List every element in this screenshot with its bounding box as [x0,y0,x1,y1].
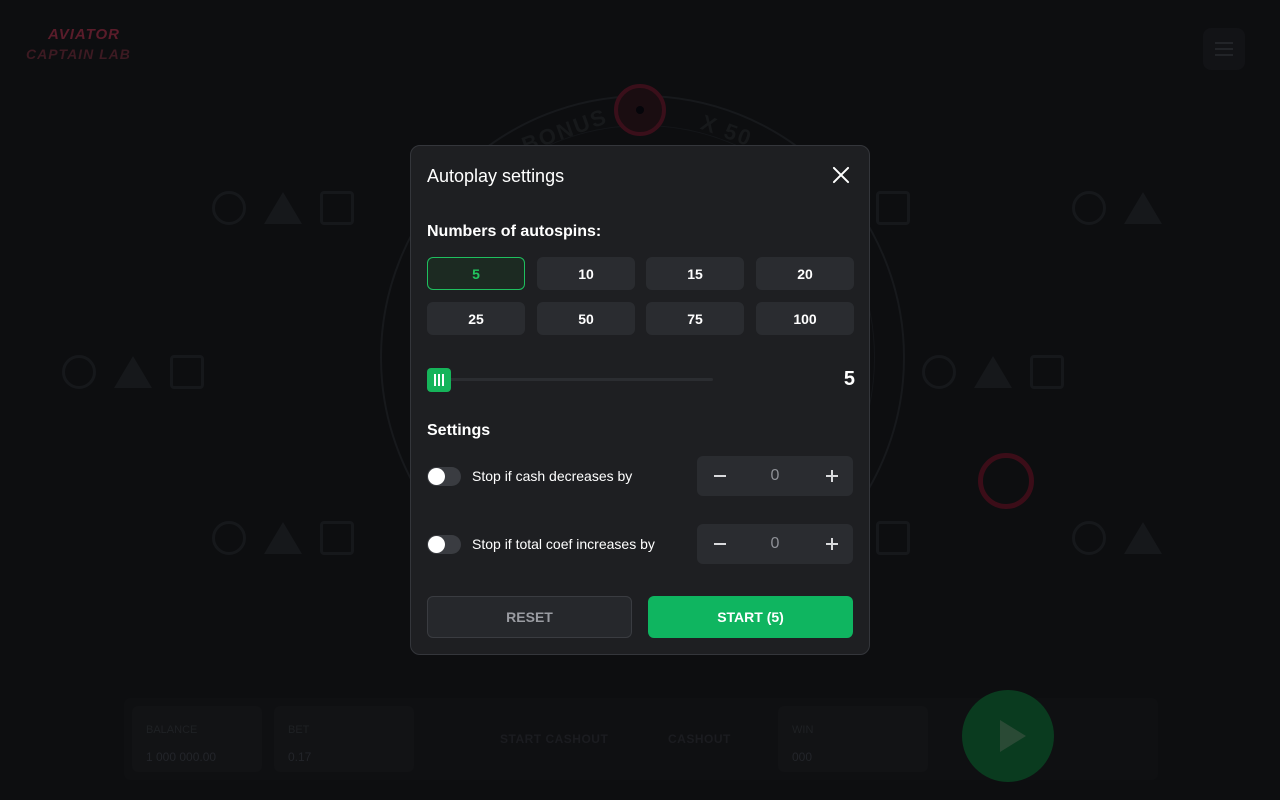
grip-icon [434,374,436,386]
symbol-row [922,352,1064,392]
symbol-row [876,518,910,558]
triangle-symbol-icon [1124,192,1162,224]
grip-icon-line [442,374,444,386]
circle-symbol-icon [212,521,246,555]
menu-icon [1215,42,1233,44]
symbol-row [1072,518,1162,558]
close-icon[interactable] [828,162,854,188]
wheel-pointer [614,84,666,136]
stop-cash-decrease-stepper [697,456,853,496]
autospin-option-25[interactable]: 25 [427,302,525,335]
plus-icon[interactable] [809,524,853,564]
pointer-dot [636,106,644,114]
circle-symbol-icon [1072,521,1106,555]
plus-icon[interactable] [809,456,853,496]
menu-button [1203,28,1245,70]
bottom-control-bar: BALANCE 1 000 000.00 BET 0.17 START CASH… [124,690,1158,782]
menu-icon-line [1215,54,1233,56]
start-cashout-button: START CASHOUT [500,732,609,746]
start-autoplay-button[interactable]: START (5) [648,596,853,638]
triangle-symbol-icon [974,356,1012,388]
symbol-row [62,352,204,392]
toggle-knob [428,468,445,485]
autospin-count-value: 5 [843,368,855,390]
balance-box: BALANCE 1 000 000.00 [132,706,262,772]
bet-value: 0.17 [288,750,312,764]
autospin-option-50[interactable]: 50 [537,302,635,335]
balance-label: BALANCE [146,724,198,736]
balance-value: 1 000 000.00 [146,750,217,764]
win-label: WIN [792,724,814,736]
autospin-option-5[interactable]: 5 [427,257,525,290]
autospin-option-15[interactable]: 15 [646,257,744,290]
bet-label: BET [288,724,310,736]
circle-symbol-icon [62,355,96,389]
symbol-row [212,188,354,228]
stop-coef-increase-label: Stop if total coef increases by [472,536,655,552]
autospins-label: Numbers of autospins: [427,223,602,240]
play-icon [1000,720,1026,752]
triangle-symbol-icon [264,522,302,554]
circle-symbol-icon [1072,191,1106,225]
ring-decoration [978,453,1034,509]
minus-icon[interactable] [697,456,741,496]
autospin-option-20[interactable]: 20 [756,257,854,290]
game-logo: AVIATOR CAPTAIN LAB [26,24,156,68]
autospin-option-10[interactable]: 10 [537,257,635,290]
triangle-symbol-icon [114,356,152,388]
stop-cash-decrease-label: Stop if cash decreases by [472,468,633,484]
stop-coef-increase-stepper [697,524,853,564]
win-box: WIN 000 [778,706,928,772]
autospin-option-100[interactable]: 100 [756,302,854,335]
play-button [962,690,1054,782]
square-symbol-icon [170,355,204,389]
square-symbol-icon [1030,355,1064,389]
square-symbol-icon [876,191,910,225]
logo-line-1: AVIATOR [48,26,121,43]
menu-icon-line [1215,48,1233,50]
square-symbol-icon [876,521,910,555]
stop-cash-decrease-toggle[interactable] [427,467,461,486]
dialog-title: Autoplay settings [427,166,565,186]
triangle-symbol-icon [264,192,302,224]
symbol-row [876,188,910,228]
stop-coef-increase-input[interactable] [741,524,809,564]
symbol-row [1072,188,1162,228]
reset-button[interactable]: RESET [427,596,632,638]
square-symbol-icon [320,191,354,225]
stop-cash-decrease-input[interactable] [741,456,809,496]
logo-line-2: CAPTAIN LAB [26,46,131,62]
autospin-option-75[interactable]: 75 [646,302,744,335]
circle-symbol-icon [922,355,956,389]
grip-icon-line [438,374,440,386]
cashout-button: CASHOUT [668,732,731,746]
autospin-slider-track[interactable] [427,378,713,381]
settings-heading: Settings [427,422,491,439]
circle-symbol-icon [212,191,246,225]
win-value: 000 [792,750,813,764]
triangle-symbol-icon [1124,522,1162,554]
bet-box: BET 0.17 [274,706,414,772]
autoplay-settings-dialog: Autoplay settings Numbers of autospins: … [410,145,870,655]
stop-coef-increase-toggle[interactable] [427,535,461,554]
symbol-row [212,518,354,558]
autospin-slider-handle[interactable] [427,368,451,392]
square-symbol-icon [320,521,354,555]
game-screen: AVIATOR CAPTAIN LAB BONUS X 50 BALANCE 1… [0,0,1280,800]
toggle-knob [428,536,445,553]
minus-icon[interactable] [697,524,741,564]
